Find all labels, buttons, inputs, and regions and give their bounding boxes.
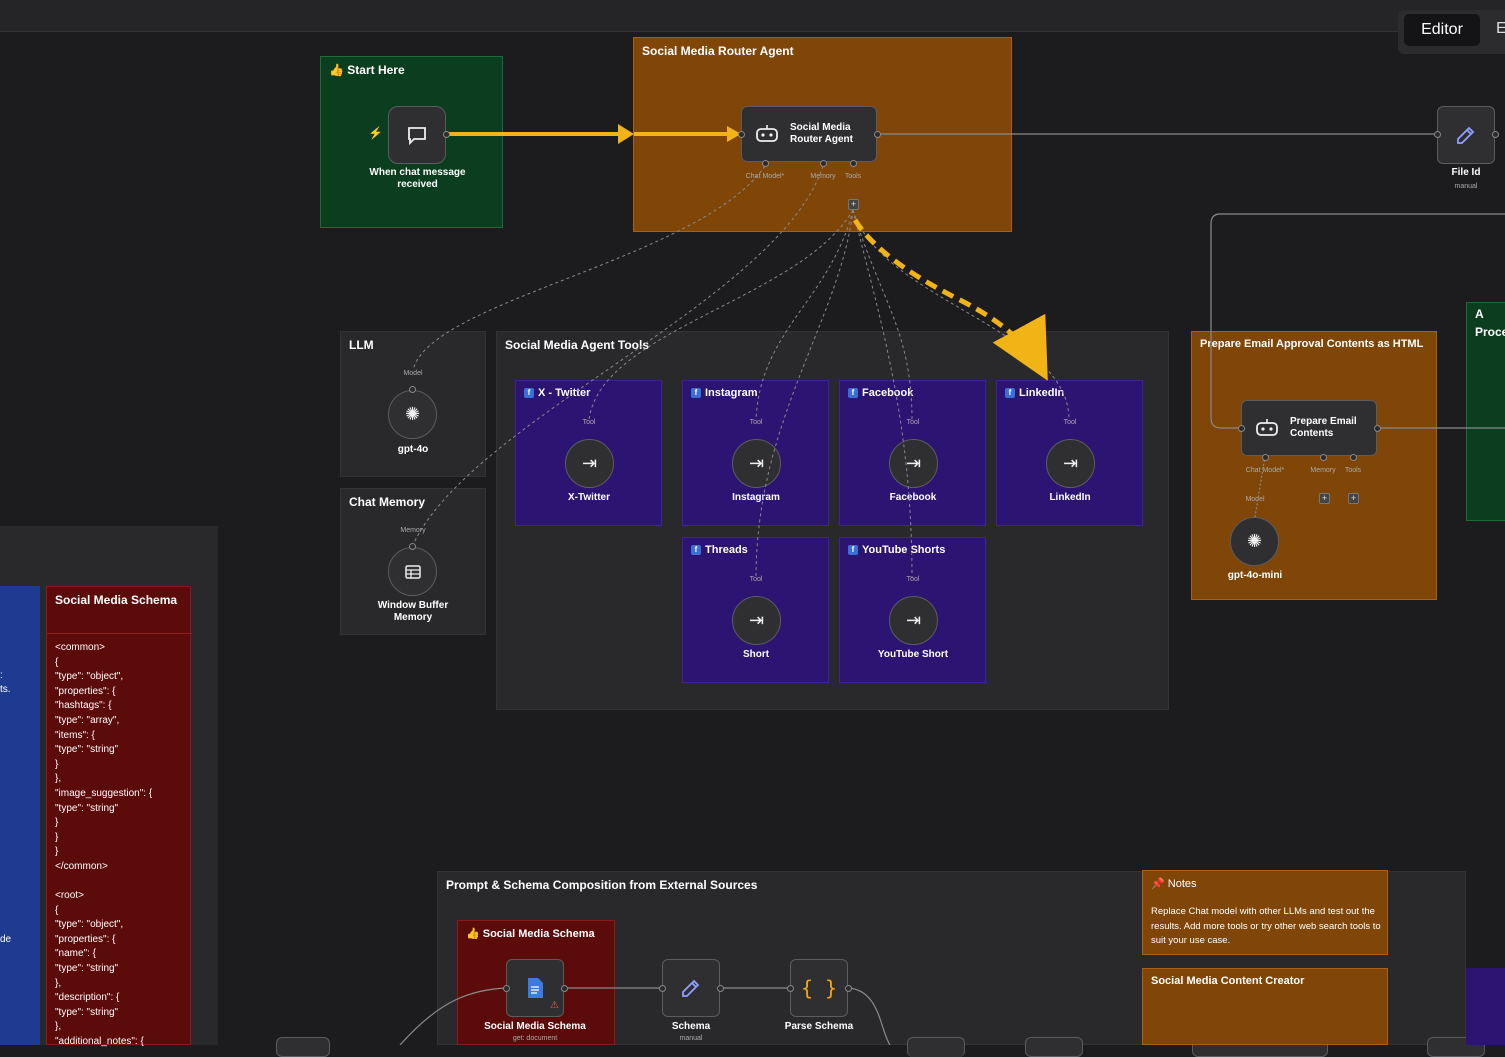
output-port[interactable] (1492, 131, 1499, 138)
tools-port[interactable] (1350, 454, 1357, 461)
model-port[interactable] (409, 386, 416, 393)
output-port[interactable] (717, 985, 724, 992)
input-port[interactable] (659, 985, 666, 992)
output-port[interactable] (845, 985, 852, 992)
memory-port[interactable] (820, 160, 827, 167)
memory-port[interactable] (1320, 454, 1327, 461)
chat-model-port[interactable] (762, 160, 769, 167)
tools-port[interactable] (850, 160, 857, 167)
output-port[interactable] (874, 131, 881, 138)
output-port[interactable] (443, 131, 450, 138)
output-port[interactable] (561, 985, 568, 992)
chat-model-port[interactable] (1262, 454, 1269, 461)
input-port[interactable] (738, 131, 745, 138)
input-port[interactable] (1238, 425, 1245, 432)
input-port[interactable] (503, 985, 510, 992)
input-port[interactable] (787, 985, 794, 992)
ai-connections (412, 165, 1070, 579)
memory-port[interactable] (409, 543, 416, 550)
input-port[interactable] (1434, 131, 1441, 138)
output-port[interactable] (1374, 425, 1381, 432)
connections-layer (399, 124, 1505, 1045)
